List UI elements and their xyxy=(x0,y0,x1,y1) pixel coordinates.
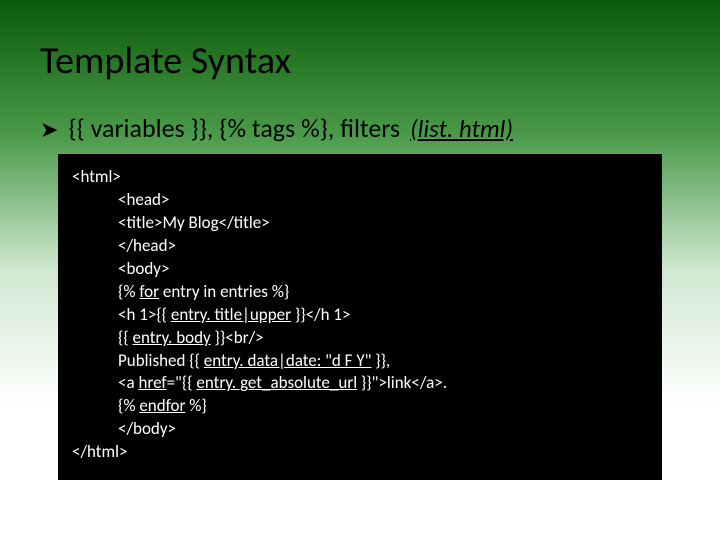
code-line: </html> xyxy=(72,441,648,464)
code-line: <html> xyxy=(72,166,648,189)
code-line: {% for entry in entries %} xyxy=(72,281,648,304)
code-seg: endfor xyxy=(139,395,185,416)
bullet-row: ➤ {{ variables }}, {% tags %}, filters (… xyxy=(40,112,680,144)
code-line: {% endfor %} xyxy=(72,395,648,418)
code-line: Published {{ entry. data|date: "d F Y" }… xyxy=(72,350,648,373)
code-line: <title>My Blog</title> xyxy=(72,212,648,235)
code-seg: <h 1>{{ xyxy=(118,304,171,325)
code-seg: entry. get_absolute_url xyxy=(196,372,357,393)
code-seg: {% xyxy=(118,281,139,302)
code-line: </body> xyxy=(72,418,648,441)
code-seg: entry. body xyxy=(133,327,211,348)
code-line: </head> xyxy=(72,235,648,258)
code-seg: href xyxy=(138,372,166,393)
code-line: <a href="{{ entry. get_absolute_url }}">… xyxy=(72,372,648,395)
code-seg: entry. title|upper xyxy=(171,304,291,325)
code-seg: }}, xyxy=(371,350,390,371)
code-seg: }}<br/> xyxy=(211,327,264,348)
code-seg: ="{{ xyxy=(167,372,197,393)
code-seg: {{ xyxy=(118,327,133,348)
code-seg: %} xyxy=(185,395,206,416)
code-seg: Published {{ xyxy=(118,350,204,371)
code-line: {{ entry. body }}<br/> xyxy=(72,327,648,350)
code-seg: <a xyxy=(118,372,138,393)
slide-title: Template Syntax xyxy=(40,38,680,84)
code-line: <h 1>{{ entry. title|upper }}</h 1> xyxy=(72,304,648,327)
code-seg: }}">link</a>. xyxy=(357,372,447,393)
bullet-arrow-icon: ➤ xyxy=(40,117,58,143)
code-seg: {% xyxy=(118,395,139,416)
code-seg: entry in entries %} xyxy=(159,281,289,302)
bullet-text: {{ variables }}, {% tags %}, filters xyxy=(68,112,400,144)
code-block: <html> <head> <title>My Blog</title> </h… xyxy=(58,154,662,480)
code-seg: entry. data|date: "d F Y" xyxy=(204,350,372,371)
code-seg: }}</h 1> xyxy=(291,304,350,325)
code-line: <head> xyxy=(72,189,648,212)
code-line: <body> xyxy=(72,258,648,281)
filename-label: (list. html) xyxy=(410,113,513,144)
code-seg: for xyxy=(139,281,159,302)
